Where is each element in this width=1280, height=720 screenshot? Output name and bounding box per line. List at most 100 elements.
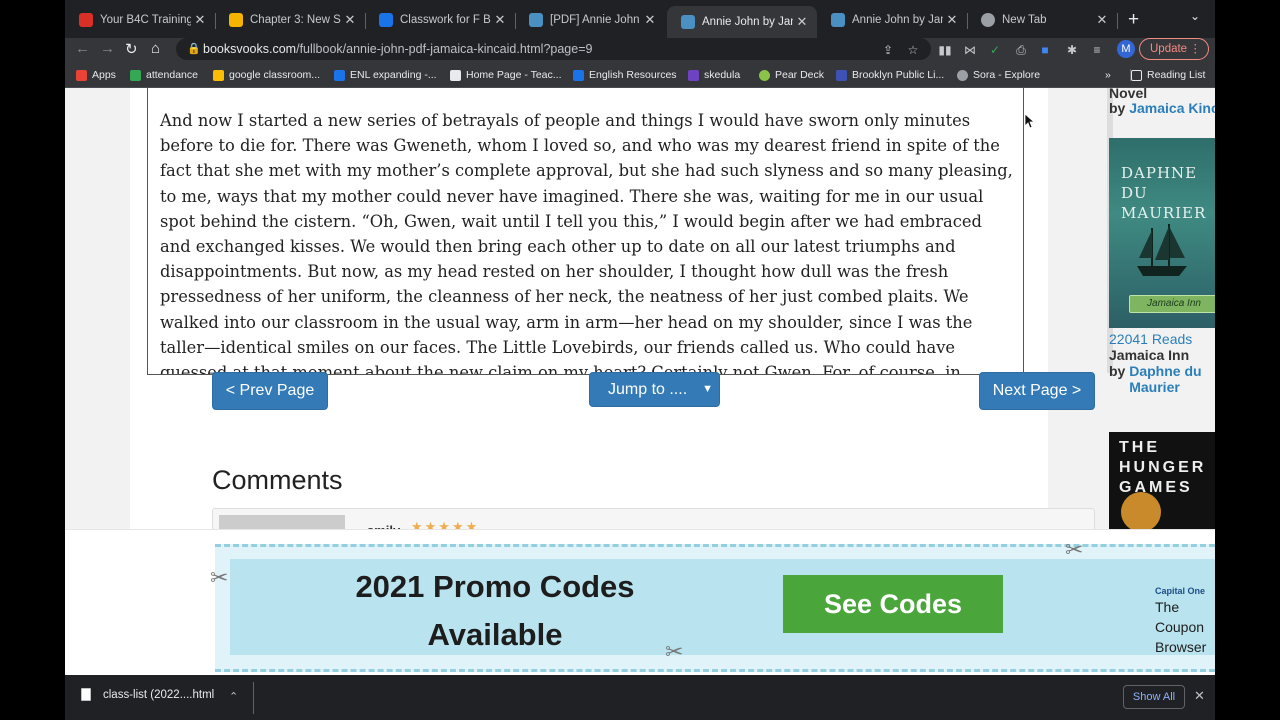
promo-ad-banner[interactable]: 2021 Promo Codes Available See Codes Cap… — [65, 529, 1215, 675]
bookmark-favicon-icon — [213, 69, 224, 81]
bookmark-favicon-icon — [836, 69, 847, 81]
bookmark-brooklyn-public-library[interactable]: Brooklyn Public Li... — [836, 69, 944, 81]
scissors-icon: ✂ — [210, 565, 229, 590]
book1-author-link[interactable]: Jamaica Kincaid — [1129, 100, 1215, 116]
globe-icon — [957, 69, 968, 81]
bookmark-label: google classroom... — [229, 69, 321, 81]
tab-annie-john[interactable]: Annie John by Jamaic ✕ — [817, 6, 967, 34]
show-all-button[interactable]: Show All — [1123, 685, 1185, 709]
close-tab-icon[interactable]: ✕ — [341, 12, 359, 28]
jump-to-select[interactable]: Jump to .... ▼ — [589, 372, 720, 407]
drive-icon — [334, 69, 345, 81]
close-tab-icon[interactable]: ✕ — [641, 12, 659, 28]
bookmarks-overflow-icon[interactable]: » — [1105, 69, 1111, 81]
bookmark-label: ENL expanding -... — [350, 69, 437, 81]
url-host: booksvooks.com — [203, 42, 297, 56]
tab-title: Annie John by Jamaic — [852, 14, 943, 26]
tab-annie-john-active[interactable]: Annie John by Jamaic ✕ — [667, 6, 817, 38]
cover-author-text: DAPHNE DU MAURIER — [1121, 164, 1207, 222]
bookmarks-bar: Apps attendance google classroom... ENL … — [65, 64, 1215, 88]
close-tab-icon[interactable]: ✕ — [793, 14, 811, 30]
chevron-up-icon[interactable]: ⌃ — [229, 690, 238, 703]
new-tab-plus-icon[interactable]: + — [1128, 9, 1139, 31]
prev-page-button[interactable]: < Prev Page — [212, 372, 328, 410]
drive-icon — [573, 69, 584, 81]
forward-arrow-icon[interactable]: → — [100, 40, 115, 57]
extension-check-icon[interactable]: ✓ — [987, 42, 1003, 58]
update-label: Update — [1150, 43, 1188, 55]
bookmark-star-icon[interactable]: ☆ — [905, 42, 921, 58]
bookmark-label: Apps — [92, 69, 116, 81]
reload-icon[interactable]: ↻ — [125, 40, 138, 58]
extension-reader-icon[interactable]: ▮▮ — [937, 42, 953, 58]
favicon-icon — [379, 13, 393, 27]
extension-print-icon[interactable]: ⎙ — [1013, 42, 1029, 58]
close-tab-icon[interactable]: ✕ — [943, 12, 961, 28]
media-queue-icon[interactable]: ≡ — [1089, 42, 1105, 58]
close-tab-icon[interactable]: ✕ — [1093, 12, 1111, 28]
bookmark-home-page[interactable]: Home Page - Teac... — [450, 69, 562, 81]
tab-title: Your B4C Training Ma — [100, 14, 191, 26]
back-arrow-icon[interactable]: ← — [75, 40, 90, 57]
update-button[interactable]: Update ⋮ — [1139, 38, 1209, 60]
tab-strip: Your B4C Training Ma ✕ Chapter 3: New Sc… — [65, 0, 1215, 38]
close-icon[interactable]: ✕ — [1194, 688, 1205, 704]
download-bar: class-list (2022....html ⌃ Show All ✕ — [65, 675, 1215, 720]
see-codes-button[interactable]: See Codes — [783, 575, 1003, 633]
share-icon[interactable]: ⇪ — [880, 42, 896, 58]
extension-share-icon[interactable]: ⋈ — [962, 42, 978, 58]
by-label: by — [1109, 100, 1126, 116]
download-item[interactable]: class-list (2022....html — [81, 688, 214, 701]
address-bar[interactable]: 🔒 booksvooks.com/fullbook/annie-john-pdf… — [176, 38, 931, 60]
bookmark-favicon-icon — [130, 69, 141, 81]
mouse-cursor-icon — [1025, 114, 1035, 128]
book-cover-hunger-games[interactable]: THE HUNGER GAMES — [1109, 432, 1215, 532]
close-tab-icon[interactable]: ✕ — [491, 12, 509, 28]
reading-list-button[interactable]: Reading List — [1130, 69, 1205, 81]
close-tab-icon[interactable]: ✕ — [191, 12, 209, 28]
book2-title[interactable]: Jamaica Inn — [1109, 347, 1189, 363]
browser-window: Your B4C Training Ma ✕ Chapter 3: New Sc… — [65, 0, 1215, 720]
favicon-icon — [681, 15, 695, 29]
extension-shield-icon[interactable]: ■ — [1037, 42, 1053, 58]
scissors-icon: ✂ — [1065, 537, 1084, 562]
book-reader-frame[interactable]: And now I started a new series of betray… — [147, 88, 1024, 375]
tab-new-tab[interactable]: New Tab ✕ — [967, 6, 1117, 34]
tab-classwork[interactable]: Classwork for F Band ✕ — [365, 6, 515, 34]
brand-tagline: The Coupon Browser — [1155, 599, 1207, 655]
bookmark-skedula[interactable]: skedula — [688, 69, 740, 81]
tab-search-chevron-icon[interactable]: ⌄ — [1190, 9, 1200, 23]
bookmark-label: Sora - Explore — [973, 69, 1041, 81]
extensions-puzzle-icon[interactable]: ✱ — [1064, 42, 1080, 58]
tab-b4c-training[interactable]: Your B4C Training Ma ✕ — [65, 6, 215, 34]
url-path: /fullbook/annie-john-pdf-jamaica-kincaid… — [296, 42, 593, 56]
book2-author-link[interactable]: Daphne du Maurier — [1129, 363, 1215, 395]
favicon-icon — [79, 13, 93, 27]
bookmark-attendance[interactable]: attendance — [130, 69, 198, 81]
book-cover-jamaica-inn[interactable]: DAPHNE DU MAURIER Jamaica Inn — [1109, 138, 1215, 328]
bookmark-label: Home Page - Teac... — [466, 69, 562, 81]
book1-byline: by Jamaica Kincaid — [1109, 100, 1215, 116]
bookmark-pear-deck[interactable]: Pear Deck — [759, 69, 824, 81]
more-menu-icon: ⋮ — [1189, 43, 1202, 55]
tab-chapter-3[interactable]: Chapter 3: New Scho ✕ — [215, 6, 365, 34]
coupon-ad: 2021 Promo Codes Available See Codes Cap… — [210, 537, 1215, 672]
home-icon[interactable]: ⌂ — [151, 40, 160, 57]
bookmark-apps[interactable]: Apps — [76, 69, 116, 81]
tab-title: Chapter 3: New Scho — [250, 14, 341, 26]
download-filename: class-list (2022....html — [103, 688, 215, 701]
bookmark-enl-expanding[interactable]: ENL expanding -... — [334, 69, 437, 81]
bookmark-english-resources[interactable]: English Resources — [573, 69, 677, 81]
page-content[interactable]: And now I started a new series of betray… — [65, 88, 1215, 675]
bookmark-google-classroom[interactable]: google classroom... — [213, 69, 320, 81]
favicon-icon — [831, 13, 845, 27]
scissors-icon: ✂ — [665, 639, 684, 664]
bookmark-sora-explore[interactable]: Sora - Explore — [957, 69, 1040, 81]
next-page-button[interactable]: Next Page > — [979, 372, 1095, 410]
comments-heading: Comments — [212, 465, 343, 495]
profile-avatar[interactable]: M — [1117, 40, 1135, 58]
tab-pdf-annie-john[interactable]: [PDF] Annie John Boo ✕ — [515, 6, 665, 34]
favicon-icon — [529, 13, 543, 27]
bookmark-favicon-icon — [688, 69, 699, 81]
page-icon — [450, 69, 461, 81]
